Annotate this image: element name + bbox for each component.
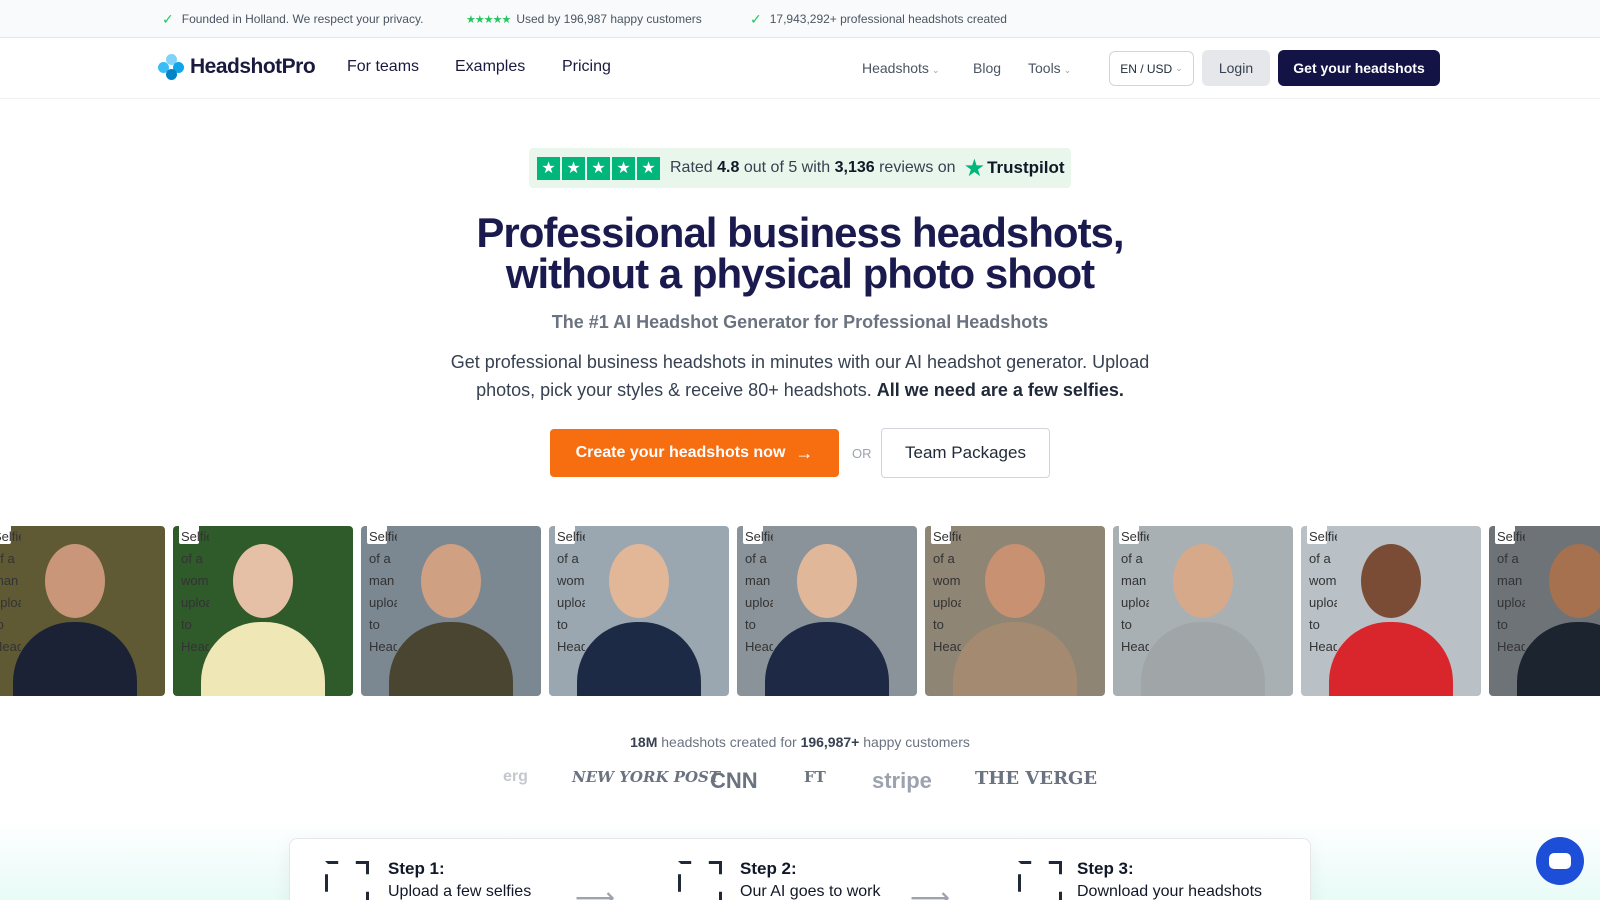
brand-logo[interactable]: HeadshotPro <box>158 54 316 80</box>
headshot-photo[interactable]: Selfie of a man uploaded to Headshot <box>737 526 917 696</box>
brand-name: HeadshotPro <box>190 55 316 78</box>
step-1: Step 1: Upload a few selfies <box>388 859 532 900</box>
login-button[interactable]: Login <box>1202 50 1270 86</box>
headshots-created-note: ✓ 17,943,292+ professional headshots cre… <box>750 10 1007 27</box>
trustpilot-rating-banner[interactable]: ★ ★ ★ ★ ★ Rated 4.8 out of 5 with 3,136 revi… <box>529 148 1071 188</box>
press-logo-bloomberg: erg <box>503 768 528 785</box>
hero-subtitle: The #1 AI Headshot Generator for Profess… <box>551 312 1049 332</box>
trustpilot-stars-icon: ★ ★ ★ ★ ★ <box>537 156 660 180</box>
logo-icon <box>158 54 184 80</box>
headshot-gallery: Selfie of a man uploaded to Headshot Sel… <box>0 526 1600 716</box>
customers-stat: 18M headshots created for 196,987+ happy… <box>630 734 970 750</box>
selfie-frame-icon <box>323 859 371 900</box>
or-separator: OR <box>852 446 872 461</box>
star-icon: ★ <box>963 154 986 182</box>
customers-note: ★★★★★ Used by 196,987 happy customers <box>466 12 702 26</box>
download-frame-icon <box>1016 859 1064 900</box>
team-packages-button[interactable]: Team Packages <box>881 428 1050 478</box>
rating-stars-icon: ★★★★★ <box>466 13 511 26</box>
press-logo-new-york-post: NEW YORK POST <box>572 768 721 786</box>
rating-text: Rated 4.8 out of 5 with 3,136 reviews on <box>670 159 956 176</box>
create-headshots-button[interactable]: Create your headshots now → <box>550 429 839 477</box>
headshot-photo[interactable]: Selfie of a woman uploaded to Headshot <box>1301 526 1481 696</box>
top-announcement-bar: ✓ Founded in Holland. We respect your pr… <box>0 0 1600 38</box>
step-3: Step 3: Download your headshots <box>1077 859 1263 900</box>
privacy-note: ✓ Founded in Holland. We respect your pr… <box>162 10 424 27</box>
chevron-down-icon: ⌄ <box>1063 65 1072 75</box>
press-logo-the-verge: THE VERGE <box>975 768 1098 789</box>
check-icon: ✓ <box>750 10 762 27</box>
trustpilot-logo: ★ Trustpilot <box>963 154 1065 182</box>
headshot-photo[interactable]: Selfie of a man uploaded to Headshot <box>0 526 165 696</box>
step-2: Step 2: Our AI goes to work <box>740 859 881 900</box>
headshot-photo[interactable]: Selfie of a woman uploaded to Headshot <box>925 526 1105 696</box>
nav-dropdown-headshots[interactable]: Headshots ⌄ <box>862 60 939 76</box>
hero-heading: Professional business headshots, without… <box>476 209 1124 297</box>
ai-frame-icon <box>676 859 724 900</box>
language-currency-select[interactable]: EN / USD ⌄ <box>1109 51 1194 86</box>
headshot-photo[interactable]: Selfie of a man uploaded to Headshot <box>1113 526 1293 696</box>
hero-description: Get professional business headshots in m… <box>450 352 1150 400</box>
chat-widget-button[interactable] <box>1536 837 1584 885</box>
press-logo-cnn: CNN <box>710 768 758 793</box>
nav-link-for-teams[interactable]: For teams <box>347 58 419 76</box>
chevron-down-icon: ⌄ <box>1175 63 1183 73</box>
main-navigation: HeadshotPro For teams Examples Pricing H… <box>0 38 1600 99</box>
nav-dropdown-tools[interactable]: Tools ⌄ <box>1028 60 1071 76</box>
how-it-works-steps: Step 1: Upload a few selfies ⟶ Step 2: Our… <box>289 838 1311 900</box>
nav-link-examples[interactable]: Examples <box>455 58 525 76</box>
nav-link-pricing[interactable]: Pricing <box>562 58 611 76</box>
nav-link-blog[interactable]: Blog <box>973 60 1001 76</box>
check-icon: ✓ <box>162 10 174 27</box>
headshot-photo[interactable]: Selfie of a woman uploaded to Headshot <box>549 526 729 696</box>
press-logo-financial-times: FT <box>804 768 826 786</box>
curved-arrow-icon: ⟶ <box>575 882 616 900</box>
press-logo-stripe: stripe <box>872 768 932 793</box>
arrow-right-icon: → <box>795 442 814 463</box>
headshot-photo[interactable]: Selfie of a man uploaded to Headshot <box>1489 526 1600 696</box>
headshot-photo[interactable]: Selfie of a woman uploaded to Headshot <box>173 526 353 696</box>
chat-bubble-icon <box>1549 853 1571 869</box>
headshot-photo[interactable]: Selfie of a man uploaded to Headshot <box>361 526 541 696</box>
chevron-down-icon: ⌄ <box>931 65 940 75</box>
get-headshots-button[interactable]: Get your headshots <box>1278 50 1440 86</box>
curved-arrow-icon: ⟶ <box>910 882 951 900</box>
